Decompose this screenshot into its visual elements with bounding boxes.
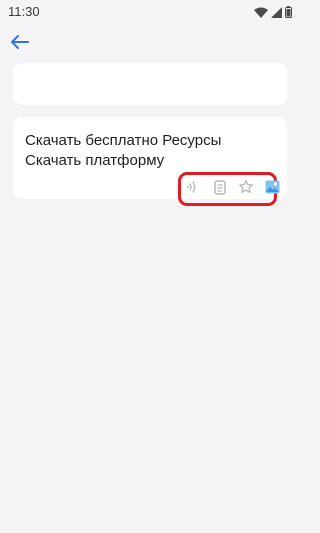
speaker-button[interactable] — [186, 179, 202, 195]
favorite-button[interactable] — [238, 179, 254, 195]
speaker-icon — [187, 181, 196, 193]
result-actions — [186, 179, 280, 195]
status-bar: 11:30 — [0, 0, 300, 24]
battery-icon — [285, 6, 292, 18]
copy-icon — [214, 179, 226, 195]
arrow-left-icon — [11, 35, 29, 49]
copy-button[interactable] — [212, 179, 228, 195]
search-card[interactable] — [13, 63, 287, 105]
image-button[interactable] — [264, 179, 280, 195]
back-button[interactable] — [8, 30, 32, 54]
result-text: Скачать бесплатно Ресурсы Скачать платфо… — [25, 132, 222, 169]
status-icons — [254, 5, 292, 19]
signal-icon — [271, 6, 282, 18]
status-time: 11:30 — [8, 4, 40, 19]
image-icon — [265, 180, 279, 194]
wifi-icon — [254, 7, 268, 18]
star-icon — [239, 179, 253, 194]
